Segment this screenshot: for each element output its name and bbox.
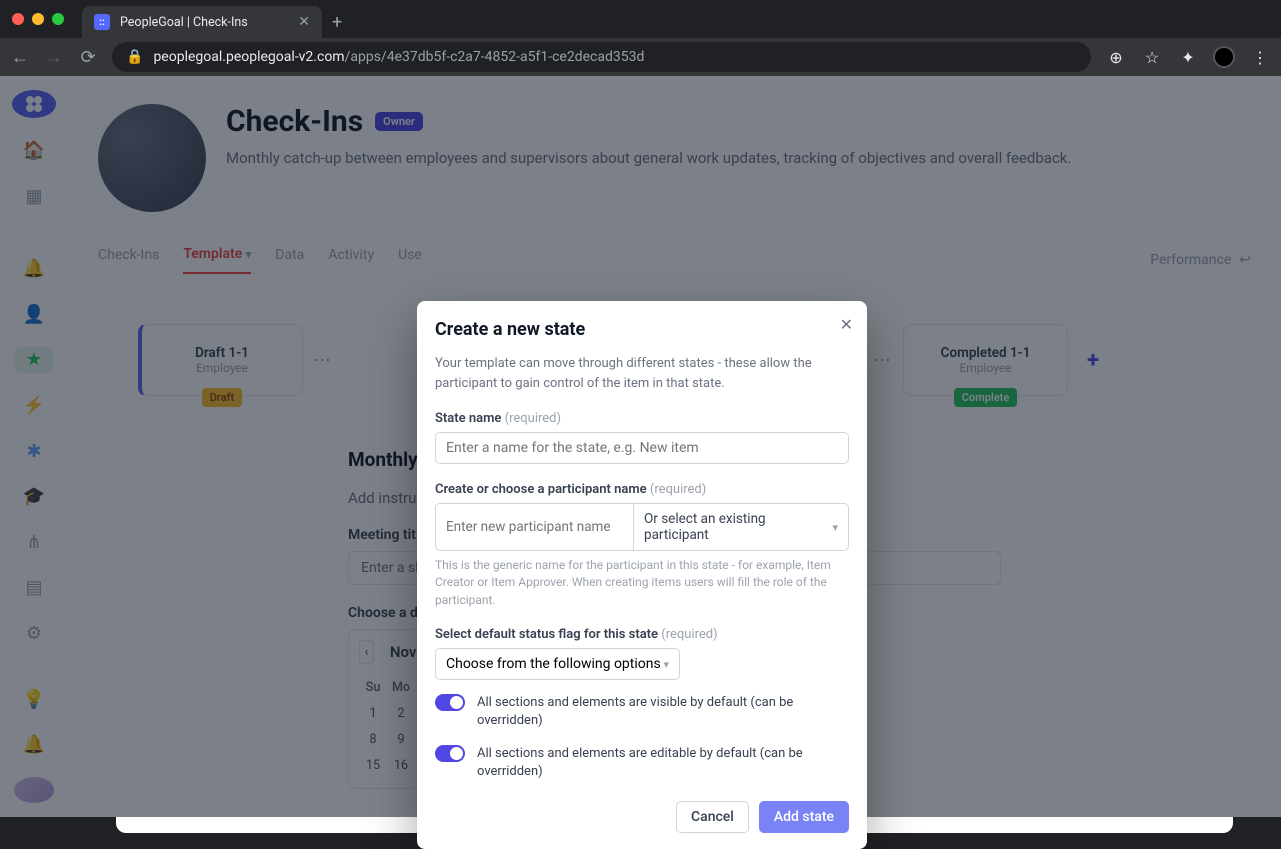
lock-icon: 🔒 — [126, 49, 143, 65]
window-close-icon[interactable] — [12, 13, 24, 25]
visible-toggle[interactable] — [435, 694, 465, 711]
participant-label: Create or choose a participant name (req… — [435, 482, 706, 497]
state-name-input[interactable] — [435, 432, 849, 464]
reload-button[interactable]: ⟳ — [78, 47, 98, 68]
chevron-down-icon: ▾ — [663, 658, 669, 671]
forward-button[interactable]: → — [44, 47, 64, 68]
profile-avatar-icon[interactable] — [1213, 46, 1235, 68]
url-bar[interactable]: 🔒 peoplegoal.peoplegoal-v2.com/apps/4e37… — [112, 42, 1091, 72]
status-flag-select[interactable]: Choose from the following options ▾ — [435, 648, 680, 680]
url-path: /apps/4e37db5f-c2a7-4852-a5f1-ce2decad35… — [345, 49, 645, 65]
editable-toggle-label: All sections and elements are editable b… — [477, 745, 849, 781]
participant-select[interactable]: Or select an existing participant ▾ — [633, 503, 849, 551]
state-name-label: State name (required) — [435, 411, 561, 426]
participant-help-text: This is the generic name for the partici… — [435, 557, 849, 609]
window-maximize-icon[interactable] — [52, 13, 64, 25]
extensions-icon[interactable]: ✦ — [1177, 48, 1199, 67]
visible-toggle-label: All sections and elements are visible by… — [477, 694, 849, 730]
modal-title: Create a new state — [435, 319, 849, 340]
app-root: 🏠 ▦ 🔔 👤 ★ ⚡ ✱ 🎓 ⋔ ▤ ⚙ 💡 🔔 Check-Ins Owne… — [0, 76, 1281, 817]
modal-close-button[interactable]: ✕ — [840, 315, 853, 334]
modal-description: Your template can move through different… — [435, 354, 849, 393]
zoom-icon[interactable]: ⊕ — [1105, 48, 1127, 67]
status-flag-label: Select default status flag for this stat… — [435, 627, 718, 642]
create-state-modal: Create a new state ✕ Your template can m… — [417, 301, 867, 849]
tab-close-icon[interactable]: ✕ — [298, 14, 310, 30]
window-minimize-icon[interactable] — [32, 13, 44, 25]
new-tab-button[interactable]: + — [322, 12, 352, 33]
kebab-menu-icon[interactable]: ⋮ — [1249, 48, 1271, 67]
chevron-down-icon: ▾ — [832, 521, 838, 534]
back-button[interactable]: ← — [10, 47, 30, 68]
url-host: peoplegoal.peoplegoal-v2.com — [153, 49, 344, 65]
tab-favicon-icon: :: — [94, 14, 110, 30]
tab-title: PeopleGoal | Check-Ins — [120, 15, 248, 30]
participant-name-input[interactable] — [435, 503, 633, 551]
browser-tab[interactable]: :: PeopleGoal | Check-Ins ✕ — [82, 6, 322, 38]
browser-toolbar: ← → ⟳ 🔒 peoplegoal.peoplegoal-v2.com/app… — [0, 38, 1281, 76]
browser-titlebar: :: PeopleGoal | Check-Ins ✕ + — [0, 0, 1281, 38]
editable-toggle[interactable] — [435, 745, 465, 762]
star-icon[interactable]: ☆ — [1141, 48, 1163, 67]
